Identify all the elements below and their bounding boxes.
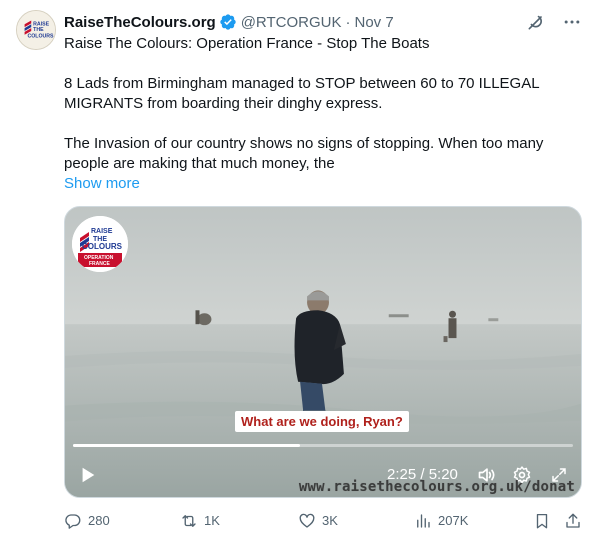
more-icon[interactable]	[562, 12, 582, 32]
tweet-line-paragraph-1: 8 Lads from Birmingham managed to STOP b…	[64, 75, 539, 112]
svg-text:THE: THE	[33, 27, 44, 33]
video-caption: What are we doing, Ryan?	[235, 411, 409, 432]
tweet-header: RaiseTheColours.org @RTCORGUK · Nov 7	[64, 12, 582, 32]
svg-text:FRANCE: FRANCE	[89, 261, 110, 267]
views-count: 207K	[438, 513, 469, 528]
author-name[interactable]: RaiseTheColours.org	[64, 14, 216, 31]
tweet-line-paragraph-2: The Invasion of our country shows no sig…	[64, 135, 544, 172]
svg-text:COLOURS: COLOURS	[82, 242, 123, 251]
svg-text:COLOURS: COLOURS	[27, 34, 54, 40]
repost-button[interactable]: 1K	[180, 510, 220, 532]
video-player[interactable]: RAISE THE COLOURS OPERATION FRANCE What …	[64, 206, 582, 498]
tweet-date[interactable]: Nov 7	[355, 14, 394, 31]
like-count: 3K	[322, 513, 338, 528]
show-more-link[interactable]: Show more	[64, 174, 140, 194]
repost-count: 1K	[204, 513, 220, 528]
play-icon[interactable]	[78, 465, 98, 485]
repost-icon	[182, 515, 196, 527]
tweet-actions: 280 1K 3K 207K	[64, 510, 584, 532]
verified-badge-icon	[219, 13, 237, 31]
reply-count: 280	[88, 513, 110, 528]
author-handle[interactable]: @RTCORGUK	[241, 14, 342, 31]
header-actions	[526, 12, 582, 32]
share-icon	[566, 513, 580, 528]
tweet-body: Raise The Colours: Operation France - St…	[64, 34, 579, 194]
views-icon	[417, 514, 430, 528]
views-button[interactable]: 207K	[414, 510, 468, 532]
share-button[interactable]	[564, 510, 582, 532]
avatar[interactable]: RAISE THE COLOURS	[16, 10, 56, 50]
raise-the-colours-badge: RAISE THE COLOURS OPERATION FRANCE	[72, 216, 128, 272]
svg-text:RAISE: RAISE	[91, 228, 113, 235]
bookmark-icon	[536, 513, 548, 529]
separator-dot: ·	[345, 13, 351, 31]
bookmark-button[interactable]	[533, 510, 551, 532]
video-progress-bar[interactable]	[73, 444, 573, 447]
reply-button[interactable]: 280	[64, 510, 110, 532]
like-icon	[299, 513, 315, 528]
video-watermark: www.raisethecolours.org.uk/donat	[298, 479, 575, 495]
tweet-line-title: Raise The Colours: Operation France - St…	[64, 35, 430, 52]
grok-icon[interactable]	[526, 12, 546, 32]
video-progress-fill	[73, 444, 300, 447]
reply-icon	[65, 514, 81, 529]
avatar-logo-image: RAISE THE COLOURS	[17, 11, 55, 49]
like-button[interactable]: 3K	[298, 510, 338, 532]
video-frame	[65, 207, 581, 497]
